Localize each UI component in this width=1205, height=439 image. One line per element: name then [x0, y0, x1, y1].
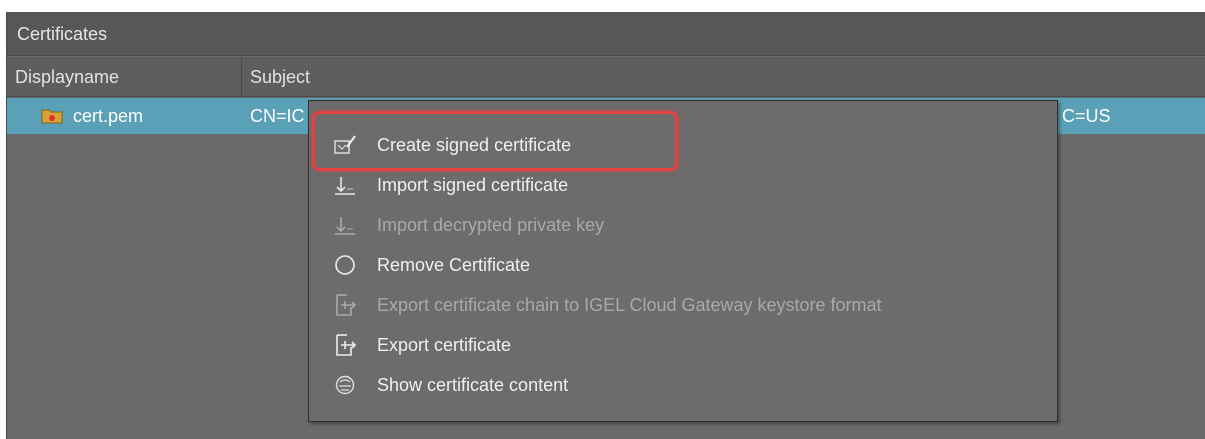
menu-item-show-certificate-content[interactable]: Show certificate content: [309, 365, 1057, 405]
menu-item-label: Import signed certificate: [377, 175, 569, 195]
menu-item-label: Remove Certificate: [377, 255, 531, 275]
export-icon: [336, 334, 357, 356]
remove-circle-icon: [335, 255, 355, 275]
cell-displayname: cert.pem: [73, 106, 144, 126]
import-icon: [335, 217, 355, 235]
menu-item-export-certificate[interactable]: Export certificate: [309, 325, 1057, 365]
menu-item-import-signed-certificate[interactable]: Import signed certificate: [309, 165, 1057, 205]
menu-item-create-signed-certificate[interactable]: Create signed certificate: [309, 125, 1057, 165]
cell-subject-left: CN=IC: [250, 106, 305, 126]
menu-item-label: Export certificate: [377, 335, 512, 355]
certificate-folder-icon: [41, 109, 63, 124]
export-icon: [336, 294, 357, 316]
menu-item-label: Import decrypted private key: [377, 215, 605, 235]
menu-item-label: Create signed certificate: [377, 135, 572, 155]
menu-item-remove-certificate[interactable]: Remove Certificate: [309, 245, 1057, 285]
context-menu: Create signed certificate Import signed …: [308, 100, 1058, 422]
panel-title: Certificates: [7, 12, 1205, 56]
menu-item-import-decrypted-private-key[interactable]: Import decrypted private key: [309, 205, 1057, 245]
column-header-subject[interactable]: Subject: [242, 57, 1205, 97]
import-icon: [335, 177, 355, 195]
column-header-displayname[interactable]: Displayname: [7, 57, 242, 97]
menu-item-export-certificate-chain[interactable]: Export certificate chain to IGEL Cloud G…: [309, 285, 1057, 325]
show-content-icon: [335, 375, 355, 395]
menu-item-label: Show certificate content: [377, 375, 569, 395]
menu-item-label: Export certificate chain to IGEL Cloud G…: [377, 295, 882, 315]
create-signed-certificate-icon: [334, 135, 356, 154]
